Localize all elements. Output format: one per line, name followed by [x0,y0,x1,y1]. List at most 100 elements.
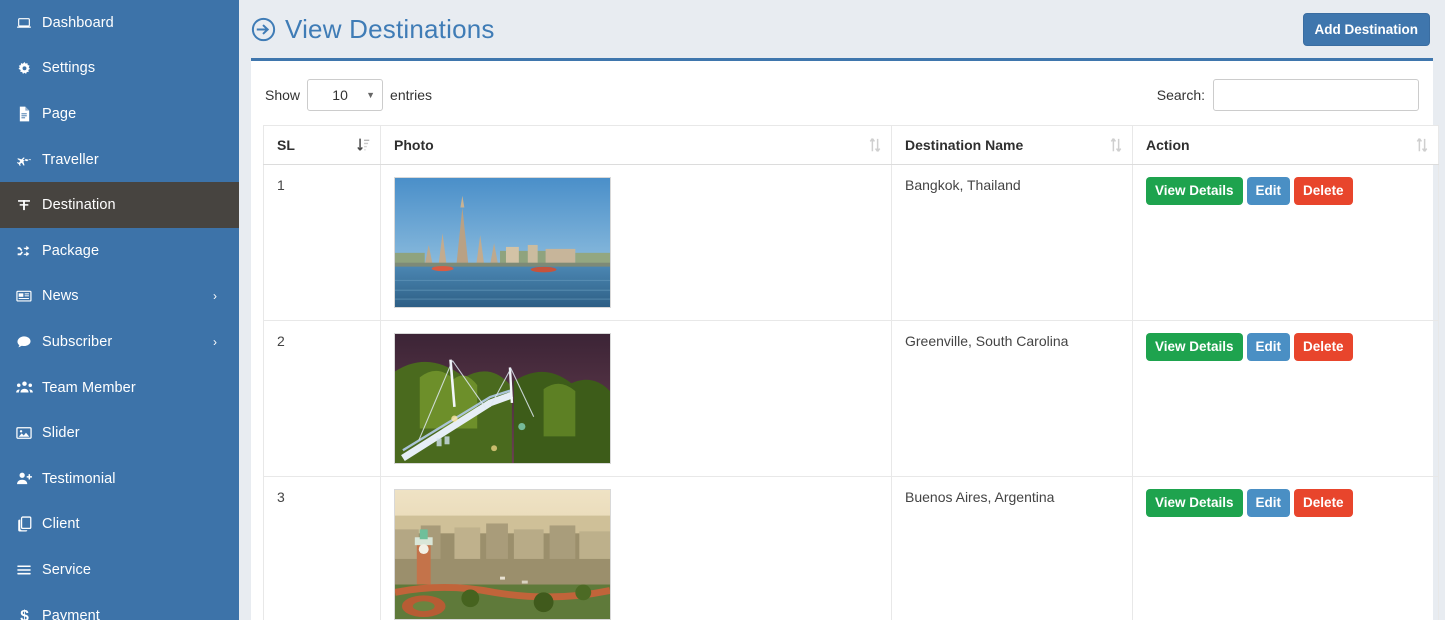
action-button-group: View DetailsEditDelete [1146,489,1426,517]
plane-icon [10,152,38,168]
table-row: 3Buenos Aires, ArgentinaView DetailsEdit… [264,477,1439,620]
main-content: View Destinations Add Destination Show 1… [239,0,1445,620]
sidebar-item-package[interactable]: Package [0,228,239,274]
sidebar-item-label: Dashboard [42,15,114,31]
sidebar-item-traveller[interactable]: Traveller [0,137,239,183]
sort-desc-icon[interactable] [357,138,370,153]
view-details-button[interactable]: View Details [1146,177,1243,205]
action-button-group: View DetailsEditDelete [1146,333,1426,361]
column-header-sl[interactable]: SL [264,126,381,165]
sort-none-icon[interactable] [1416,138,1428,153]
destination-photo [394,489,611,620]
column-header-label: Destination Name [905,137,1023,153]
sidebar-item-service[interactable]: Service [0,547,239,593]
page-length-select[interactable]: 10 ▼ [307,79,383,111]
cell-action: View DetailsEditDelete [1133,165,1439,321]
cell-destination-name: Greenville, South Carolina [892,321,1133,477]
column-header-action[interactable]: Action [1133,126,1439,165]
newspaper-icon [10,289,38,303]
sort-none-icon[interactable] [869,138,881,153]
shuffle-icon [10,243,38,259]
gear-icon [10,61,38,76]
table-row: 2 Greenville, South Carolina View DetailsE… [264,321,1439,477]
delete-button[interactable]: Delete [1294,177,1353,205]
sidebar-item-payment[interactable]: $ Payment [0,593,239,620]
sidebar-item-label: Destination [42,197,116,213]
table-body: 1Bangkok, ThailandView DetailsEditDelete… [264,165,1439,620]
sidebar-item-subscriber[interactable]: Subscriber › [0,319,239,365]
arrow-circle-right-icon [251,17,276,42]
sidebar-item-label: Client [42,516,80,532]
sidebar-item-page[interactable]: Page [0,91,239,137]
sidebar-item-slider[interactable]: Slider [0,410,239,456]
comment-icon [10,334,38,350]
sidebar-item-label: Traveller [42,152,99,168]
dollar-icon: $ [10,607,38,620]
sidebar-item-label: Slider [42,425,80,441]
column-header-label: Photo [394,137,434,153]
chevron-right-icon: › [213,336,217,348]
sidebar-item-label: Settings [42,60,95,76]
view-details-button[interactable]: View Details [1146,489,1243,517]
sidebar-item-testimonial[interactable]: Testimonial [0,456,239,502]
monument-icon [10,197,38,213]
add-destination-button[interactable]: Add Destination [1303,13,1431,46]
search-input[interactable] [1213,79,1419,111]
sidebar-item-label: Team Member [42,380,136,396]
cell-action: View DetailsEditDelete [1133,321,1439,477]
chevron-down-icon: ▼ [366,91,375,100]
edit-button[interactable]: Edit [1247,177,1291,205]
sidebar-item-team-member[interactable]: Team Member [0,365,239,411]
sidebar-item-label: Page [42,106,76,122]
destinations-table: SL Photo Destination Name Action 1Bangkok, … [263,125,1439,620]
chevron-right-icon: › [213,290,217,302]
sidebar-item-client[interactable]: Client [0,502,239,548]
users-icon [10,380,38,395]
sidebar-item-label: News [42,288,79,304]
datatable-controls: Show 10 ▼ entries Search: [263,75,1421,125]
destination-photo [394,177,611,308]
column-header-photo[interactable]: Photo [381,126,892,165]
delete-button[interactable]: Delete [1294,489,1353,517]
sidebar-item-label: Package [42,243,99,259]
sidebar: Dashboard Settings Page Traveller Destinatio… [0,0,239,620]
cell-sl: 3 [264,477,381,620]
search-filter: Search: [1157,79,1419,111]
sidebar-item-destination[interactable]: Destination [0,182,239,228]
file-icon [10,106,38,122]
entries-length-control: Show 10 ▼ entries [265,79,432,111]
sidebar-item-label: Testimonial [42,471,116,487]
destination-photo [394,333,611,464]
page-title-text: View Destinations [285,14,495,45]
column-header-destination-name[interactable]: Destination Name [892,126,1133,165]
table-header-row: SL Photo Destination Name Action [264,126,1439,165]
edit-button[interactable]: Edit [1247,489,1291,517]
admin-layout: Dashboard Settings Page Traveller Destinatio… [0,0,1445,620]
image-icon [10,426,38,440]
edit-button[interactable]: Edit [1247,333,1291,361]
sidebar-item-dashboard[interactable]: Dashboard [0,0,239,46]
user-plus-icon [10,471,38,486]
show-label: Show [265,87,300,103]
page-length-value: 10 [308,87,366,103]
cell-photo [381,477,892,620]
sidebar-item-label: Payment [42,608,100,620]
page-title: View Destinations [251,14,495,45]
cell-sl: 2 [264,321,381,477]
copy-icon [10,516,38,532]
laptop-icon [10,15,38,31]
view-details-button[interactable]: View Details [1146,333,1243,361]
column-header-label: SL [277,137,295,153]
sort-none-icon[interactable] [1110,138,1122,153]
sidebar-item-settings[interactable]: Settings [0,46,239,92]
cell-sl: 1 [264,165,381,321]
cell-photo [381,321,892,477]
bars-icon [10,563,38,577]
search-label: Search: [1157,87,1205,103]
table-row: 1Bangkok, ThailandView DetailsEditDelete [264,165,1439,321]
cell-action: View DetailsEditDelete [1133,477,1439,620]
action-button-group: View DetailsEditDelete [1146,177,1426,205]
sidebar-item-label: Subscriber [42,334,112,350]
delete-button[interactable]: Delete [1294,333,1353,361]
sidebar-item-news[interactable]: News › [0,274,239,320]
